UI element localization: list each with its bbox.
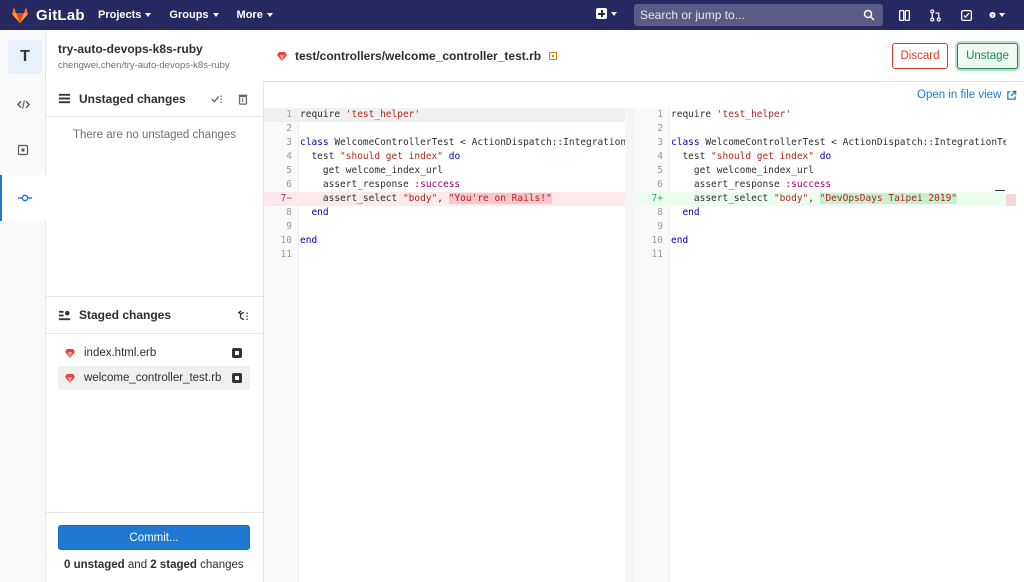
project-path: chengwei.chen/try-auto-devops-k8s-ruby [58, 60, 230, 71]
unstaged-header: Unstaged changes [46, 81, 263, 117]
commit-area: Commit... 0 unstaged and 2 staged change… [46, 512, 263, 582]
pane-separator[interactable] [625, 108, 635, 582]
list-icon [58, 93, 71, 104]
svg-text:?: ? [991, 13, 994, 18]
issues-sidebar-icon[interactable] [896, 7, 912, 23]
overview-ruler-change [1006, 194, 1016, 206]
summary-and: and [124, 559, 151, 571]
project-name[interactable]: try-auto-devops-k8s-ruby [58, 42, 230, 56]
nav-groups[interactable]: Groups [169, 9, 219, 21]
summary-suffix: changes [196, 559, 244, 571]
staged-file-name: welcome_controller_test.rb [84, 372, 222, 384]
unstaged-title: Unstaged changes [79, 91, 186, 106]
edit-mode-button[interactable] [0, 81, 46, 127]
code-icon [16, 99, 30, 109]
staged-header: Staged changes [46, 296, 263, 334]
diff-editor[interactable]: 1 require 'test_helper' 2 3 class WelcomeC… [264, 108, 1024, 582]
code-line: 3 class WelcomeControllerTest < ActionDis… [657, 137, 1006, 148]
file-path-text: test/controllers/welcome_controller_test… [295, 49, 542, 63]
added-marker: 7+ [651, 193, 663, 204]
removed-marker: 7− [280, 193, 292, 204]
search-icon [863, 9, 875, 21]
modified-pane[interactable]: 1 require 'test_helper' 2 3 class WelcomeC… [635, 108, 1024, 582]
commit-summary: 0 unstaged and 2 staged changes [64, 559, 244, 571]
unstaged-actions [211, 93, 249, 105]
main-nav: Projects Groups More [98, 9, 291, 21]
brand-name: GitLab [36, 6, 85, 24]
unstage-file-icon[interactable] [232, 348, 242, 358]
gitlab-logo[interactable]: GitLab [10, 5, 90, 25]
new-dropdown-button[interactable] [596, 8, 617, 19]
unstaged-count: 0 unstaged [64, 559, 125, 571]
todo-icon[interactable] [958, 7, 974, 23]
ruby-file-icon [277, 52, 287, 61]
unstage-file-icon[interactable] [232, 373, 242, 383]
chevron-down-icon [999, 13, 1005, 17]
chevron-down-icon [212, 13, 219, 17]
ide-activity-bar: T [0, 30, 47, 582]
chevron-down-icon [611, 11, 617, 16]
discard-button[interactable]: Discard [892, 43, 948, 69]
search-input[interactable]: Search or jump to... [634, 4, 883, 26]
plus-square-icon [596, 8, 607, 19]
minimap-marker [995, 190, 1005, 191]
top-icons: ? [896, 7, 1020, 23]
file-path: test/controllers/welcome_controller_test… [276, 49, 558, 63]
open-in-file-view-label: Open in file view [917, 89, 1002, 101]
nav-groups-label: Groups [169, 9, 209, 21]
removed-string: "You're on Rails!" [448, 193, 552, 204]
chevron-down-icon [145, 13, 152, 17]
commit-mode-button[interactable] [0, 175, 47, 221]
chevron-down-icon [266, 13, 273, 17]
project-avatar[interactable]: T [8, 40, 42, 74]
code-line: 1 require 'test_helper' [264, 108, 625, 122]
added-string: "DevOpsDays Taipei 2019" [819, 193, 958, 204]
modified-icon [549, 52, 558, 60]
unstage-all-icon[interactable] [237, 310, 249, 322]
staged-list-icon [58, 310, 71, 320]
removed-line: 7− assert_select "body", "You're on Rail… [264, 192, 625, 206]
project-header: try-auto-devops-k8s-ruby chengwei.chen/t… [58, 42, 230, 71]
staged-file-item[interactable]: index.html.erb [58, 341, 250, 365]
changes-panel: Unstaged changes There are no unstaged c… [46, 81, 264, 582]
staged-title: Staged changes [79, 308, 172, 322]
discard-all-icon[interactable] [237, 93, 249, 105]
nav-projects-label: Projects [98, 9, 142, 21]
merge-request-icon[interactable] [927, 7, 943, 23]
review-mode-button[interactable] [0, 127, 46, 173]
search-placeholder: Search or jump to... [640, 8, 745, 22]
tanuki-icon [12, 7, 28, 23]
file-header: test/controllers/welcome_controller_test… [264, 30, 1024, 82]
help-icon[interactable]: ? [989, 7, 1005, 23]
stage-all-icon[interactable] [211, 93, 223, 105]
ruby-file-icon [65, 349, 75, 358]
external-link-icon [1007, 90, 1017, 100]
commit-button[interactable]: Commit... [58, 525, 250, 550]
original-pane[interactable]: 1 require 'test_helper' 2 3 class WelcomeC… [264, 108, 625, 582]
no-unstaged-message: There are no unstaged changes [72, 129, 237, 141]
nav-more-label: More [236, 9, 263, 21]
staged-actions [237, 310, 249, 322]
nav-more[interactable]: More [237, 9, 273, 21]
commit-icon [17, 194, 32, 202]
file-review-icon [17, 144, 29, 156]
staged-file-name: index.html.erb [84, 347, 157, 359]
staged-count: 2 staged [150, 559, 197, 571]
staged-file-item-active[interactable]: welcome_controller_test.rb [58, 366, 250, 390]
unstage-button[interactable]: Unstage [957, 43, 1018, 69]
open-in-file-view-link[interactable]: Open in file view [917, 89, 1017, 101]
ruby-file-icon [65, 374, 75, 383]
code-line: 3 class WelcomeControllerTest < ActionDis… [286, 137, 625, 148]
top-navbar: GitLab Projects Groups More Search or ju… [0, 0, 1024, 30]
nav-projects[interactable]: Projects [98, 9, 152, 21]
added-line: 7+ assert_select "body", "DevOpsDays Tai… [635, 192, 1006, 206]
